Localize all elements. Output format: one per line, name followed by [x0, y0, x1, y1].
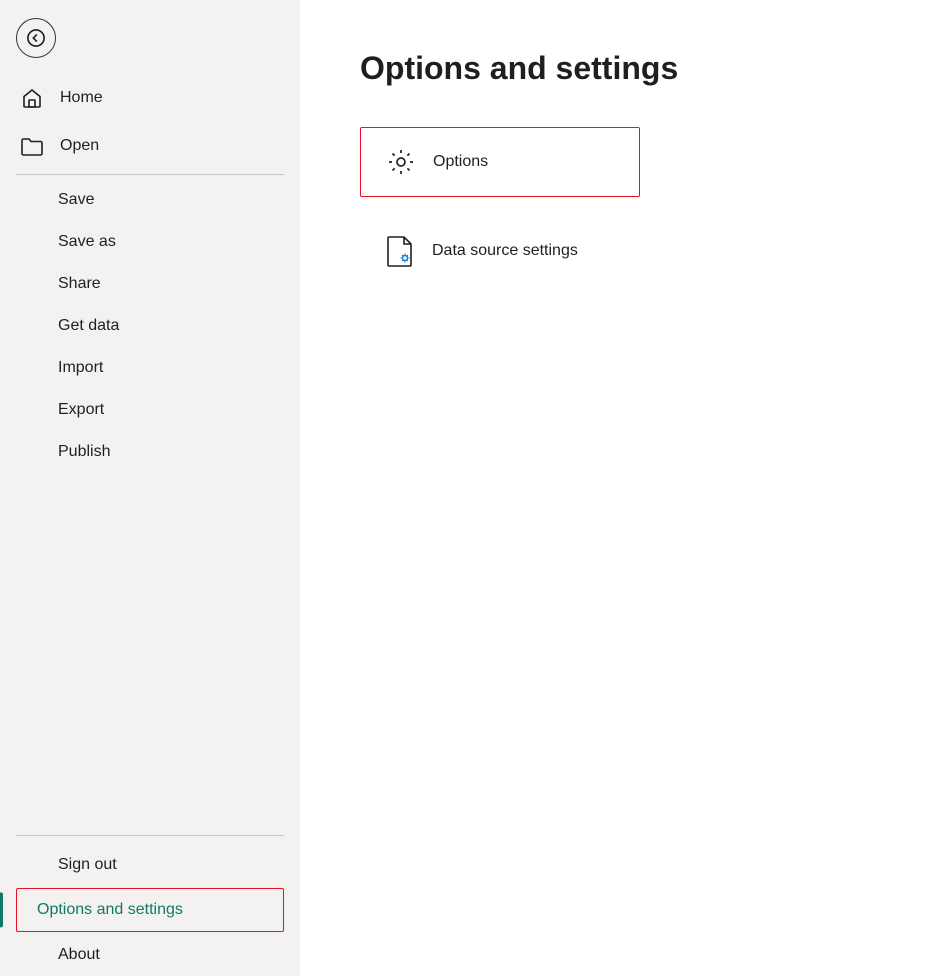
- datasource-card-label: Data source settings: [432, 242, 578, 260]
- datasource-settings-card[interactable]: Data source settings: [360, 217, 700, 285]
- sidebar-item-sign-out[interactable]: Sign out: [0, 844, 300, 886]
- sidebar-item-home[interactable]: Home: [0, 74, 300, 122]
- nav-items: Home Open Save Save as Share Get data Im…: [0, 74, 300, 827]
- options-card[interactable]: Options: [360, 127, 640, 197]
- sidebar-item-options-and-settings[interactable]: Options and settings: [16, 888, 284, 932]
- page-title: Options and settings: [360, 50, 891, 87]
- folder-icon: [20, 134, 44, 158]
- home-icon: [20, 86, 44, 110]
- datasource-icon: [384, 235, 416, 267]
- options-card-label: Options: [433, 153, 488, 171]
- sidebar-item-import[interactable]: Import: [0, 347, 300, 389]
- back-button[interactable]: [16, 18, 56, 58]
- sidebar-item-get-data[interactable]: Get data: [0, 305, 300, 347]
- sidebar-item-home-label: Home: [60, 89, 103, 107]
- gear-icon: [385, 146, 417, 178]
- nav-divider-top: [16, 174, 284, 175]
- sidebar-item-open[interactable]: Open: [0, 122, 300, 170]
- sidebar-item-publish[interactable]: Publish: [0, 431, 300, 473]
- sidebar-item-export[interactable]: Export: [0, 389, 300, 431]
- sidebar: Home Open Save Save as Share Get data Im…: [0, 0, 300, 976]
- sidebar-bottom: Sign out Options and settings About: [0, 827, 300, 976]
- sidebar-item-open-label: Open: [60, 137, 99, 155]
- sidebar-item-save[interactable]: Save: [0, 179, 300, 221]
- sidebar-bottom-divider: [16, 835, 284, 836]
- active-indicator-bar: [0, 892, 3, 927]
- sidebar-top: [0, 0, 300, 74]
- sidebar-item-about[interactable]: About: [0, 934, 300, 976]
- main-content: Options and settings Options Data source…: [300, 0, 951, 976]
- sidebar-item-share[interactable]: Share: [0, 263, 300, 305]
- sidebar-item-save-as[interactable]: Save as: [0, 221, 300, 263]
